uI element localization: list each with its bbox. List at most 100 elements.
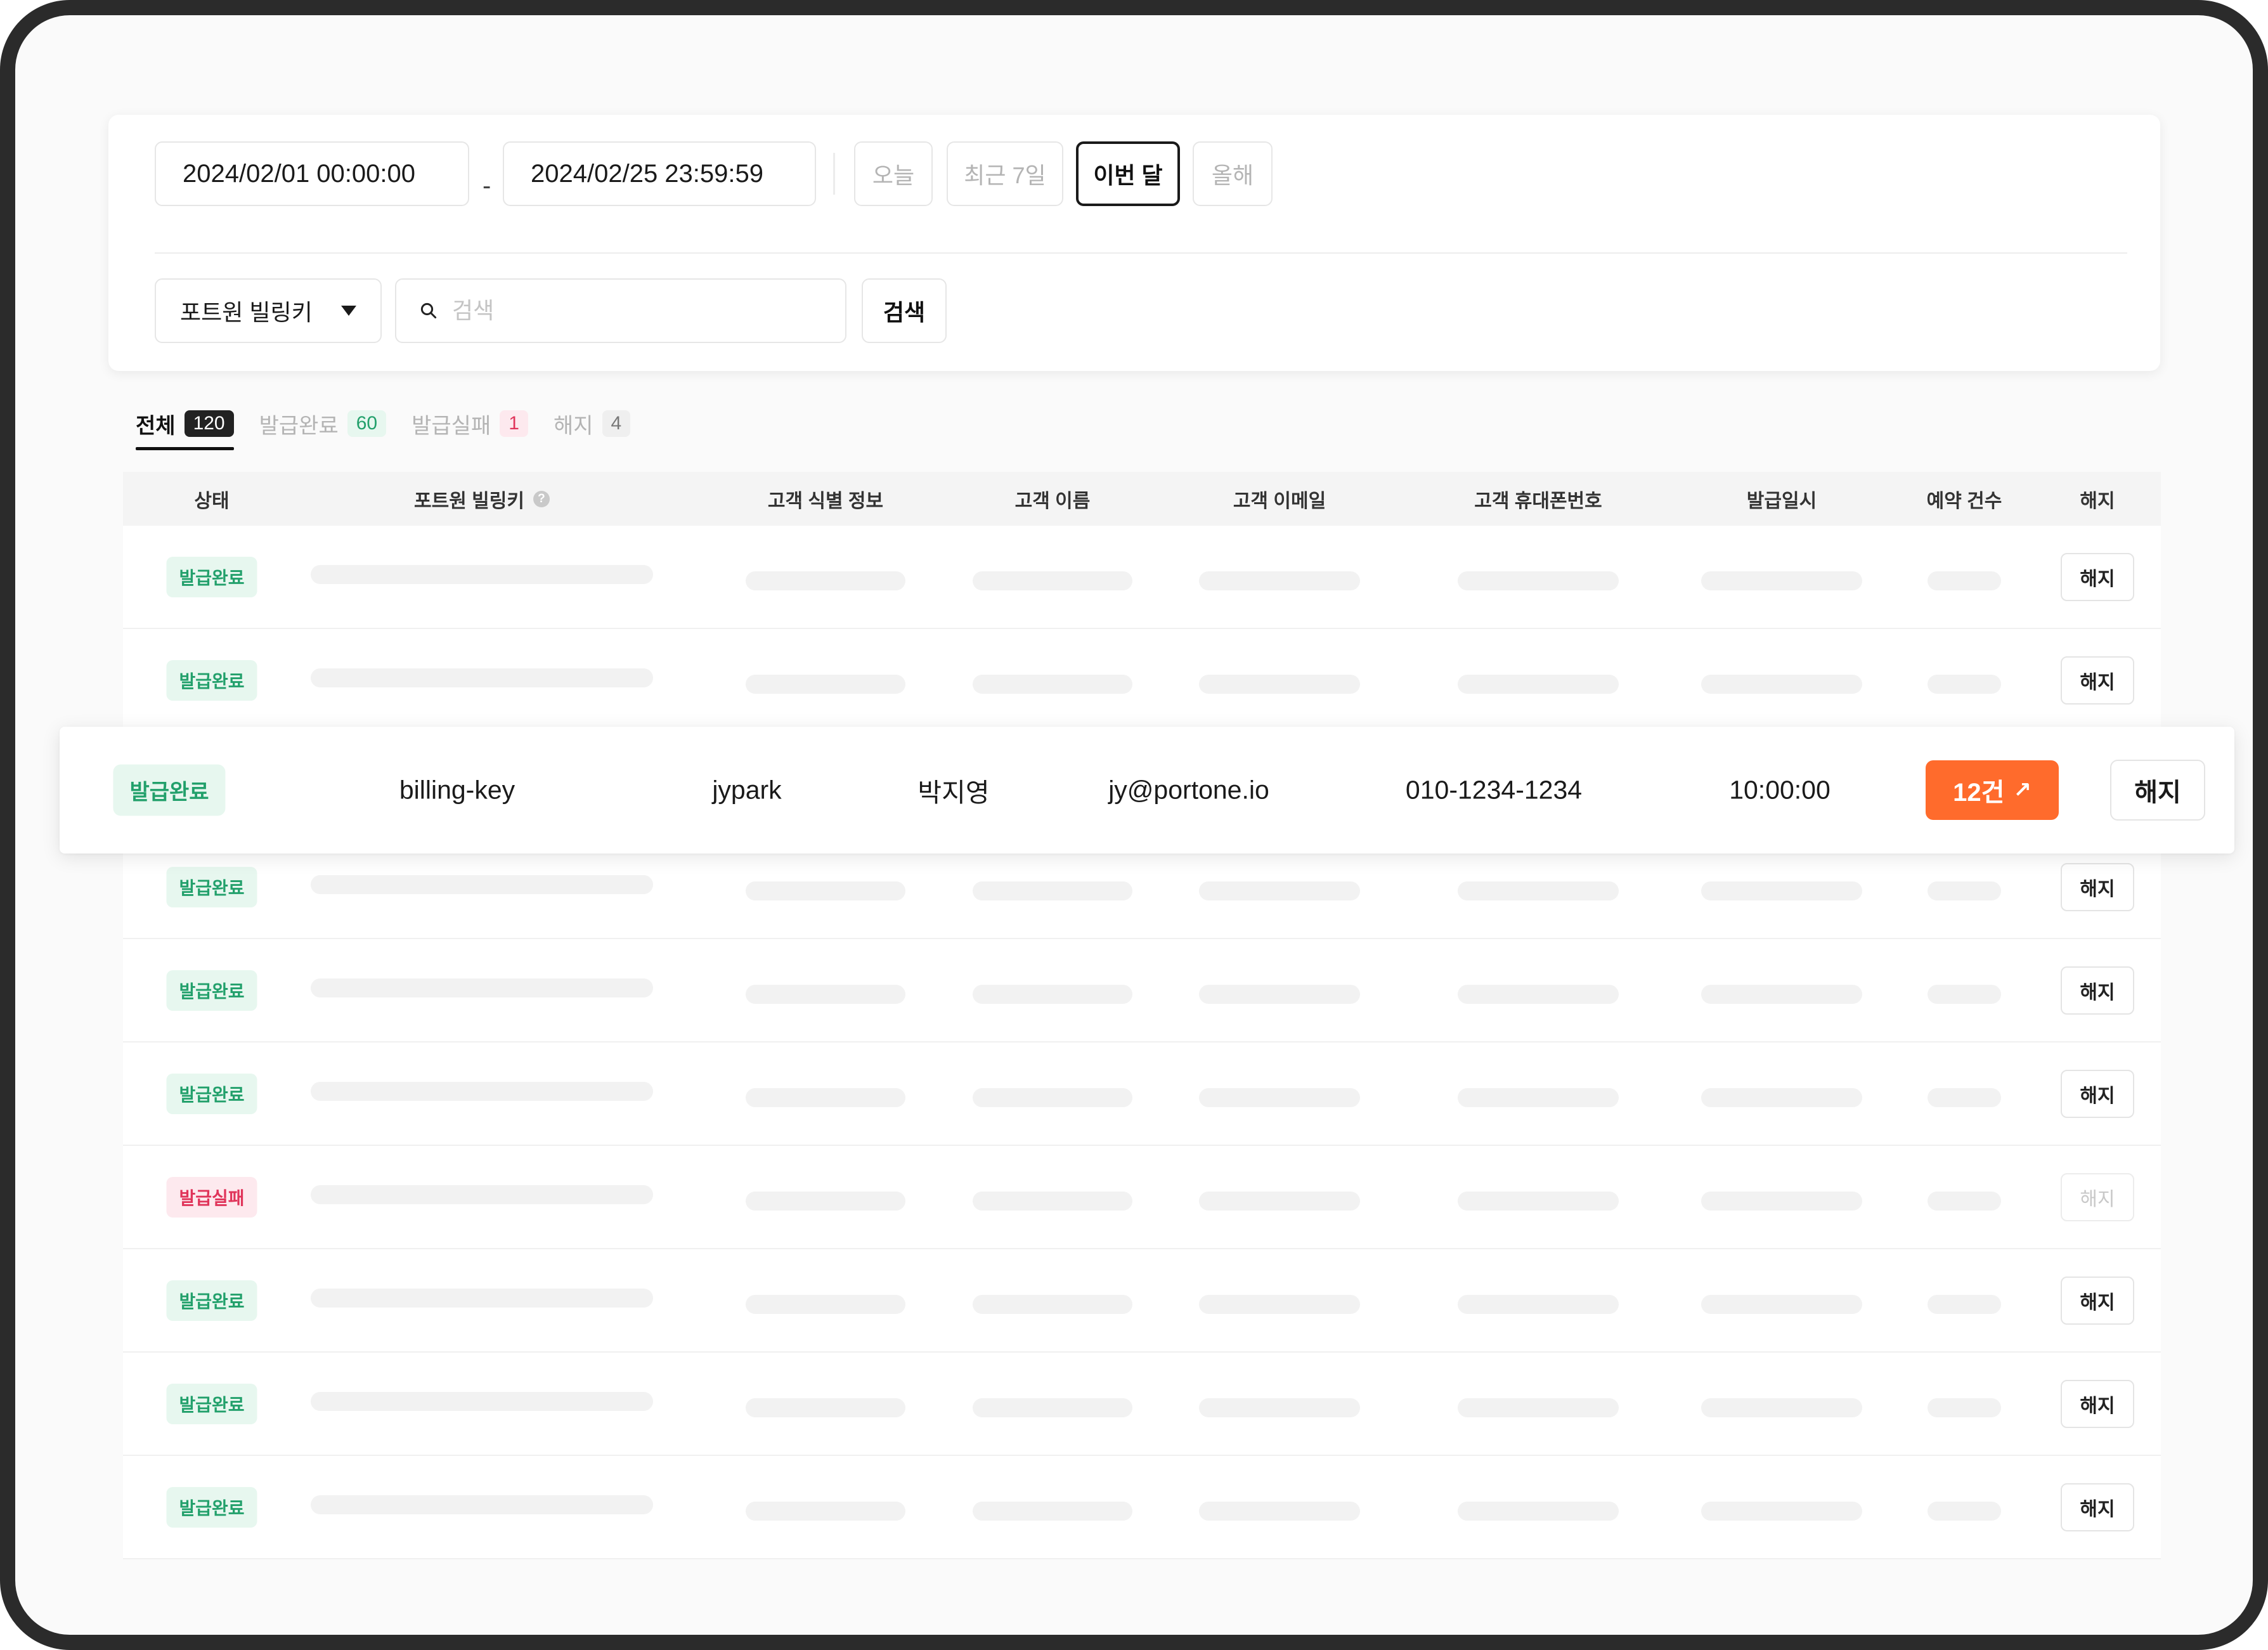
- skeleton-placeholder: [1928, 1192, 2001, 1211]
- cancel-button[interactable]: 해지: [2061, 1069, 2134, 1118]
- column-header-customer-id[interactable]: 고객 식별 정보: [768, 485, 883, 513]
- skeleton-placeholder: [311, 1392, 653, 1411]
- skeleton-placeholder: [1458, 1295, 1619, 1314]
- column-header-customer-email[interactable]: 고객 이메일: [1233, 485, 1326, 513]
- table-row[interactable]: 발급완료 해지: [123, 1353, 2161, 1456]
- search-field[interactable]: [395, 278, 846, 343]
- skeleton-placeholder: [311, 565, 653, 584]
- skeleton-placeholder: [1701, 571, 1862, 590]
- cancel-button[interactable]: 해지: [2110, 760, 2205, 821]
- cancel-button[interactable]: 해지: [2061, 552, 2134, 601]
- cancel-button[interactable]: 해지: [2061, 1276, 2134, 1325]
- skeleton-placeholder: [1199, 1192, 1360, 1211]
- tab-cancelled[interactable]: 해지 4: [553, 407, 631, 440]
- skeleton-placeholder: [1928, 1088, 2001, 1107]
- table-header: 상태 포트원 빌링키 ? 고객 식별 정보 고객 이름 고객 이메일 고객 휴대…: [123, 472, 2161, 526]
- issued-at-cell: 10:00:00: [1729, 775, 1831, 805]
- column-header-customer-name[interactable]: 고객 이름: [1015, 485, 1091, 513]
- status-badge: 발급완료: [166, 1383, 257, 1424]
- tab-all[interactable]: 전체 120: [136, 407, 234, 450]
- range-this-month-button[interactable]: 이번 달: [1076, 141, 1180, 206]
- help-icon[interactable]: ?: [533, 491, 550, 507]
- search-button[interactable]: 검색: [862, 278, 947, 343]
- customer-name-cell: 박지영: [917, 778, 990, 807]
- skeleton-placeholder: [973, 1502, 1132, 1521]
- skeleton-placeholder: [1458, 675, 1619, 694]
- skeleton-placeholder: [746, 985, 905, 1004]
- skeleton-placeholder: [311, 668, 653, 687]
- table-row[interactable]: 발급완료 해지: [123, 1249, 2161, 1353]
- skeleton-placeholder: [311, 1289, 653, 1308]
- table-row[interactable]: 발급완료 해지: [123, 939, 2161, 1043]
- skeleton-placeholder: [1199, 675, 1360, 694]
- table-row[interactable]: 발급완료 해지: [123, 1043, 2161, 1146]
- skeleton-placeholder: [973, 881, 1132, 900]
- column-header-issued-at[interactable]: 발급일시: [1747, 485, 1817, 513]
- column-header-reservation-count[interactable]: 예약 건수: [1927, 485, 2002, 513]
- cancel-button[interactable]: 해지: [2061, 966, 2134, 1015]
- range-separator: -: [483, 172, 491, 200]
- cancel-button[interactable]: 해지: [2061, 1483, 2134, 1531]
- end-date-field[interactable]: 2024/02/25 23:59:59: [503, 141, 816, 206]
- tab-label: 전체: [136, 413, 176, 438]
- tab-issued[interactable]: 발급완료 60: [259, 407, 387, 440]
- cancel-button[interactable]: 해지: [2061, 1173, 2134, 1221]
- skeleton-placeholder: [1701, 881, 1862, 900]
- range-today-button[interactable]: 오늘: [854, 141, 933, 206]
- table-row[interactable]: 발급완료 해지: [123, 526, 2161, 629]
- cancel-button[interactable]: 해지: [2061, 862, 2134, 911]
- dropdown-triangle-icon: [341, 306, 356, 316]
- skeleton-placeholder: [746, 1502, 905, 1521]
- skeleton-placeholder: [746, 1398, 905, 1417]
- table-row[interactable]: 발급완료 해지: [123, 629, 2161, 732]
- highlighted-table-row[interactable]: 발급완료 billing-key jypark 박지영 jy@portone.i…: [60, 727, 2234, 854]
- column-header-billing-key[interactable]: 포트원 빌링키 ?: [414, 485, 550, 513]
- skeleton-placeholder: [973, 985, 1132, 1004]
- column-header-label: 포트원 빌링키: [414, 491, 524, 512]
- skeleton-placeholder: [1458, 1088, 1619, 1107]
- skeleton-placeholder: [1928, 881, 2001, 900]
- start-date-field[interactable]: 2024/02/01 00:00:00: [155, 141, 469, 206]
- customer-phone-cell: 010-1234-1234: [1405, 775, 1583, 805]
- billing-key-cell: billing-key: [399, 775, 515, 805]
- range-this-year-button[interactable]: 올해: [1193, 141, 1273, 206]
- skeleton-placeholder: [1928, 675, 2001, 694]
- divider: [833, 153, 835, 195]
- status-badge: 발급완료: [166, 1280, 257, 1321]
- table-row[interactable]: 발급실패 해지: [123, 1146, 2161, 1249]
- skeleton-placeholder: [311, 1185, 653, 1204]
- column-header-customer-phone[interactable]: 고객 휴대폰번호: [1474, 485, 1602, 513]
- skeleton-placeholder: [1199, 1502, 1360, 1521]
- skeleton-placeholder: [1458, 1192, 1619, 1211]
- skeleton-placeholder: [1928, 1398, 2001, 1417]
- tab-label: 해지: [553, 413, 593, 438]
- skeleton-placeholder: [311, 875, 653, 894]
- table-row[interactable]: 발급완료 해지: [123, 1456, 2161, 1559]
- skeleton-placeholder: [1701, 1192, 1862, 1211]
- tab-label: 발급실패: [411, 413, 491, 438]
- start-date-value: 2024/02/01 00:00:00: [183, 159, 416, 188]
- search-icon: [420, 302, 437, 319]
- search-input[interactable]: [452, 297, 820, 324]
- search-key-select[interactable]: 포트원 빌링키: [155, 278, 382, 343]
- skeleton-placeholder: [1458, 1398, 1619, 1417]
- tab-count-badge: 120: [184, 410, 234, 437]
- skeleton-placeholder: [1701, 1088, 1862, 1107]
- status-badge: 발급완료: [166, 556, 257, 597]
- column-header-status[interactable]: 상태: [194, 485, 229, 513]
- skeleton-placeholder: [311, 1495, 653, 1514]
- skeleton-placeholder: [973, 1192, 1132, 1211]
- arrow-up-right-icon: ↗: [2013, 778, 2031, 802]
- range-7days-button[interactable]: 최근 7일: [947, 141, 1063, 206]
- tab-failed[interactable]: 발급실패 1: [411, 407, 528, 440]
- column-header-cancel[interactable]: 해지: [2080, 485, 2115, 513]
- customer-email-cell: jy@portone.io: [1108, 775, 1269, 805]
- skeleton-placeholder: [746, 1088, 905, 1107]
- cancel-button[interactable]: 해지: [2061, 1379, 2134, 1428]
- tab-count-badge: 60: [347, 410, 387, 437]
- status-badge: 발급완료: [166, 659, 257, 701]
- cancel-button[interactable]: 해지: [2061, 656, 2134, 705]
- skeleton-placeholder: [1458, 1502, 1619, 1521]
- skeleton-placeholder: [746, 571, 905, 590]
- reservation-count-button[interactable]: 12건 ↗: [1926, 760, 2059, 820]
